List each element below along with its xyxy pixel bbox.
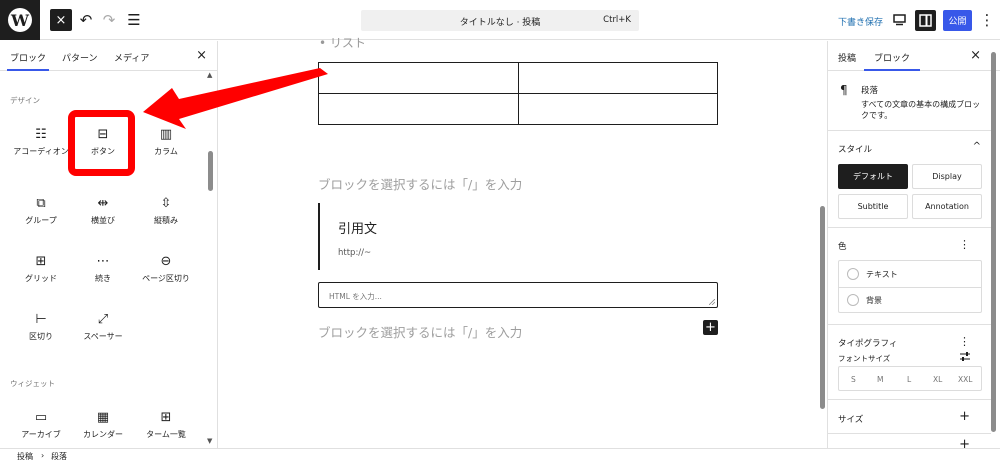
- editor-root: W × ↶ ↷ ☰ タイトルなし · 投稿 Ctrl+K 下書き保存 公開 ⋮ …: [0, 0, 1000, 463]
- annotation-arrow: [143, 68, 328, 129]
